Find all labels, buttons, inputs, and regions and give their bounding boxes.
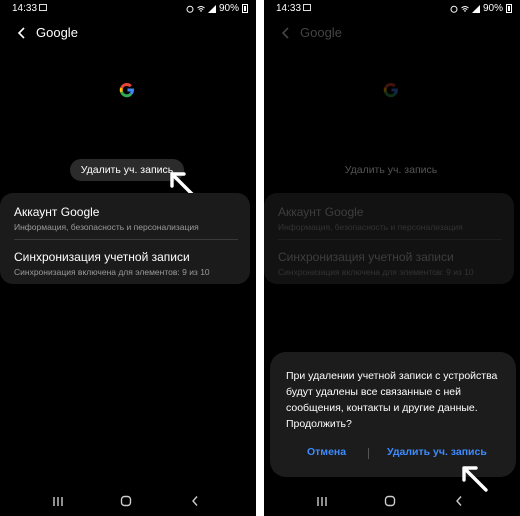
navigation-bar	[264, 486, 520, 516]
list-item-subtitle: Синхронизация включена для элементов: 9 …	[14, 267, 210, 277]
phone-screen-left: 14:33 90% Google Удалить уч. запись Акка…	[0, 0, 256, 516]
back-arrow-icon[interactable]	[14, 25, 30, 41]
divider	[278, 239, 502, 240]
battery-icon	[506, 4, 512, 13]
status-bar: 14:33 90%	[264, 0, 520, 18]
wifi-icon	[197, 5, 205, 12]
remove-account-label: Удалить уч. запись	[344, 164, 438, 176]
wifi-icon	[461, 5, 469, 12]
list-item-title: Синхронизация учетной записи	[278, 250, 454, 264]
list-item-account-sync[interactable]: Синхронизация учетной записи Синхронизац…	[14, 250, 236, 277]
list-item-subtitle: Информация, безопасность и персонализаци…	[278, 222, 463, 232]
home-icon[interactable]	[120, 495, 132, 507]
list-item-title: Синхронизация учетной записи	[14, 250, 190, 264]
list-item-google-account: Аккаунт Google Информация, безопасность …	[278, 205, 500, 232]
page-title: Google	[300, 25, 342, 40]
phone-screen-right: 14:33 90% Google Удалить уч. запись Акка…	[264, 0, 520, 516]
list-item-subtitle: Информация, безопасность и персонализаци…	[14, 222, 199, 232]
app-bar: Google	[0, 22, 256, 44]
list-item-title: Аккаунт Google	[14, 205, 100, 219]
battery-icon	[242, 4, 248, 13]
settings-card: Аккаунт Google Информация, безопасность …	[0, 193, 250, 284]
nav-back-icon[interactable]	[190, 495, 200, 507]
app-bar: Google	[264, 22, 520, 44]
remove-account-button: Удалить уч. запись	[334, 159, 448, 181]
cancel-button[interactable]: Отмена	[307, 446, 346, 458]
dialog-message: При удалении учетной записи с устройства…	[286, 370, 498, 430]
navigation-bar	[0, 486, 256, 516]
list-item-subtitle: Синхронизация включена для элементов: 9 …	[278, 267, 474, 277]
list-item-title: Аккаунт Google	[278, 205, 364, 219]
battery-percent: 90%	[218, 3, 239, 14]
status-time: 14:33	[276, 3, 302, 14]
status-time: 14:33	[12, 3, 38, 14]
list-item-google-account[interactable]: Аккаунт Google Информация, безопасность …	[14, 205, 236, 232]
battery-percent: 90%	[482, 3, 503, 14]
status-bar: 14:33 90%	[0, 0, 256, 18]
page-title: Google	[36, 25, 78, 40]
google-logo	[119, 83, 134, 98]
nav-back-icon[interactable]	[454, 495, 464, 507]
signal-icon	[207, 4, 216, 13]
divider	[14, 239, 238, 240]
gallery-notification-icon	[303, 4, 311, 11]
google-logo	[383, 83, 398, 98]
settings-card: Аккаунт Google Информация, безопасность …	[264, 193, 514, 284]
signal-icon	[471, 4, 480, 13]
home-icon[interactable]	[384, 495, 396, 507]
alarm-icon	[186, 5, 194, 13]
alarm-icon	[450, 5, 458, 13]
list-item-account-sync: Синхронизация учетной записи Синхронизац…	[278, 250, 500, 277]
confirm-remove-button[interactable]: Удалить уч. запись	[387, 446, 487, 458]
button-separator	[368, 448, 369, 459]
recent-apps-icon[interactable]	[316, 496, 328, 507]
recent-apps-icon[interactable]	[52, 496, 64, 507]
back-arrow-icon[interactable]	[278, 25, 294, 41]
gallery-notification-icon	[39, 4, 47, 11]
